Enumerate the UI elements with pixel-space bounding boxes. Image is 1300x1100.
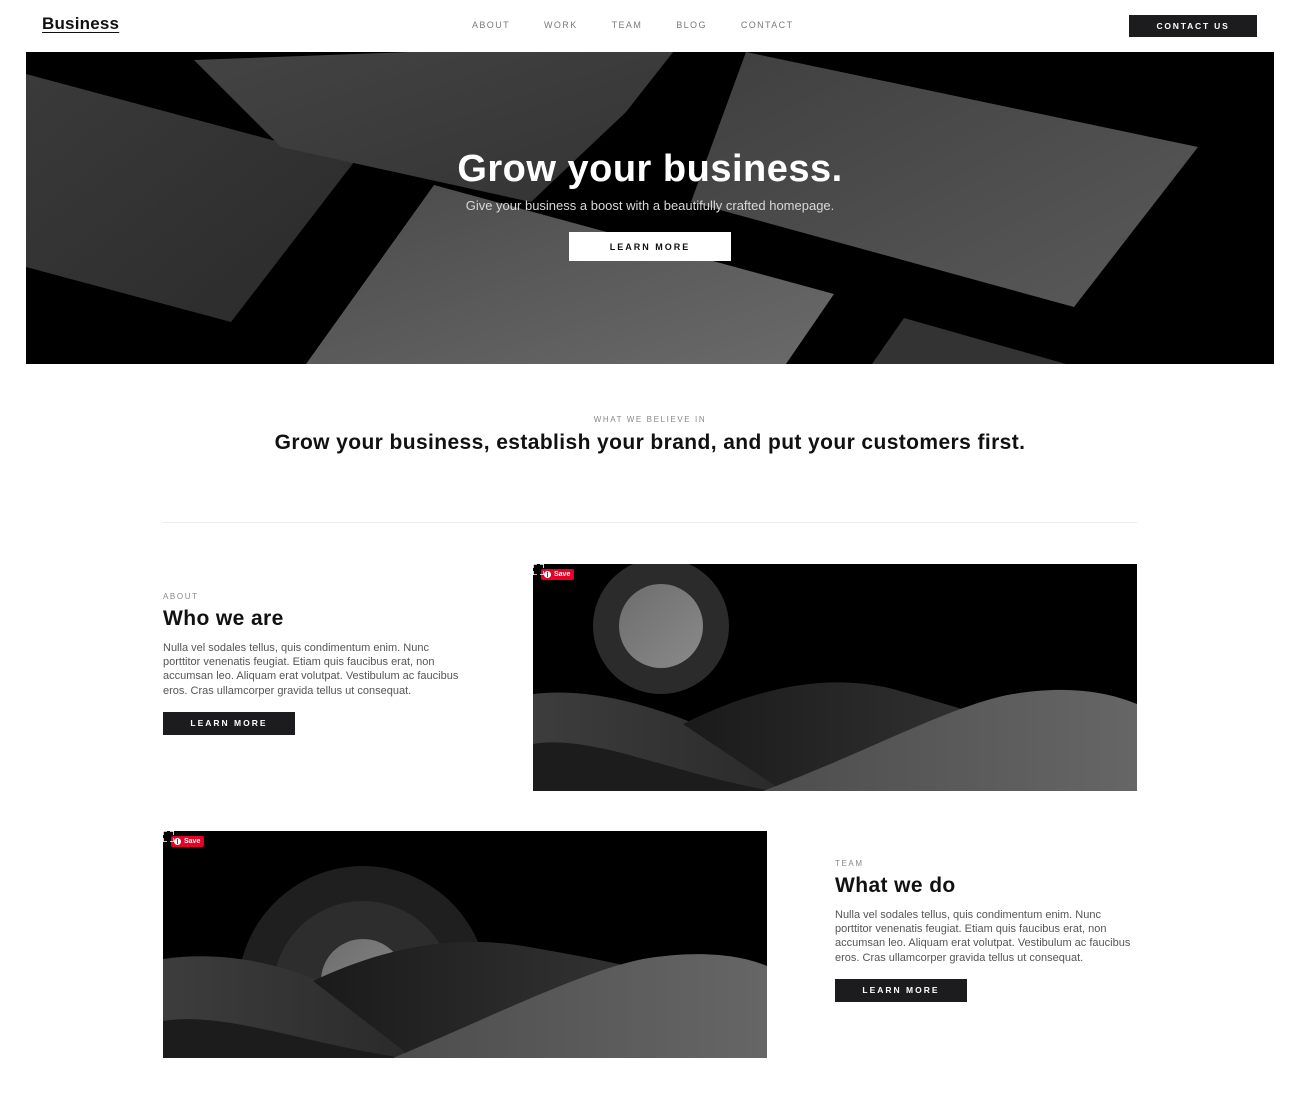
save-label: Save — [184, 838, 201, 845]
feature-about: ABOUT Who we are Nulla vel sodales tellu… — [163, 592, 463, 735]
pinterest-save-button[interactable]: Save — [541, 569, 575, 580]
nav-contact[interactable]: CONTACT — [741, 20, 794, 30]
feature-title: What we do — [835, 874, 956, 897]
landscape-illustration — [533, 564, 1137, 791]
team-learn-more-button[interactable]: LEARN MORE — [835, 978, 967, 1002]
contact-us-button[interactable]: CONTACT US — [1129, 15, 1257, 37]
section-divider — [163, 522, 1137, 523]
feature-body: Nulla vel sodales tellus, quis condiment… — [835, 909, 1131, 964]
feature-body: Nulla vel sodales tellus, quis condiment… — [163, 642, 459, 697]
expand-icon[interactable] — [533, 564, 544, 575]
save-label: Save — [554, 571, 571, 578]
expand-icon[interactable] — [163, 831, 174, 842]
nav-team[interactable]: TEAM — [612, 20, 643, 30]
about-image[interactable]: Save — [533, 564, 1137, 791]
logo[interactable]: Business — [42, 14, 119, 34]
about-learn-more-button[interactable]: LEARN MORE — [163, 711, 295, 735]
beliefs-heading: Grow your business, establish your brand… — [274, 431, 1026, 454]
feature-eyebrow: TEAM — [835, 859, 864, 868]
hero-title: Grow your business. — [457, 148, 843, 190]
hero: Grow your business. Give your business a… — [26, 52, 1274, 364]
nav-blog[interactable]: BLOG — [676, 20, 707, 30]
pinterest-icon — [174, 838, 181, 845]
main-nav: ABOUT WORK TEAM BLOG CONTACT — [472, 20, 827, 30]
pinterest-icon — [544, 571, 551, 578]
team-image[interactable]: Save — [163, 831, 767, 1058]
landscape-illustration — [163, 866, 767, 1058]
beliefs-eyebrow: WHAT WE BELIEVE IN — [593, 415, 707, 424]
feature-team: TEAM What we do Nulla vel sodales tellus… — [835, 859, 1135, 1002]
site-header: Business ABOUT WORK TEAM BLOG CONTACT CO… — [0, 0, 1300, 52]
hero-learn-more-button[interactable]: LEARN MORE — [569, 232, 731, 261]
feature-title: Who we are — [163, 607, 284, 630]
pinterest-save-button[interactable]: Save — [171, 836, 205, 847]
hero-subtitle: Give your business a boost with a beauti… — [465, 198, 835, 213]
nav-work[interactable]: WORK — [544, 20, 578, 30]
feature-eyebrow: ABOUT — [163, 592, 199, 601]
nav-about[interactable]: ABOUT — [472, 20, 510, 30]
